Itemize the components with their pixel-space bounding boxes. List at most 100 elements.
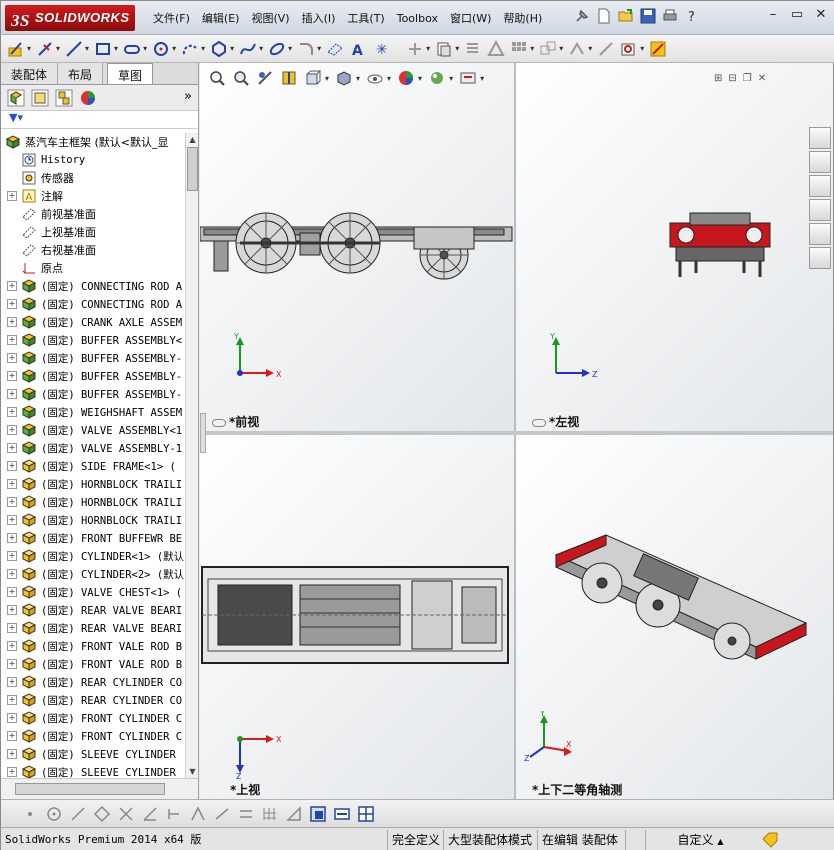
edit-appearance-icon[interactable] [397,69,415,87]
tree-root[interactable]: 蒸汽车主框架 (默认<默认_显 [1,133,185,151]
display-style-icon[interactable] [335,69,353,87]
graphics-area[interactable]: Y X *前视 Y Z *左视 X Z *上视 Y X Z *上下二等角轴测 ▾… [199,63,833,799]
print-icon[interactable] [661,7,679,25]
tag-icon[interactable] [761,831,779,849]
expand-toggle-icon[interactable]: + [7,623,17,633]
convert-entities-icon[interactable] [435,40,453,58]
file-explorer-icon[interactable] [809,175,831,197]
move-entities-icon[interactable] [539,40,557,58]
tree-item[interactable]: + (固定) HORNBLOCK TRAILI [1,493,185,511]
feature-tree-icon[interactable] [7,89,25,107]
expand-toggle-icon[interactable]: + [7,659,17,669]
view-settings-icon[interactable] [459,69,477,87]
tree-item[interactable]: + (固定) HORNBLOCK TRAILI [1,511,185,529]
expand-toggle-icon[interactable]: + [7,605,17,615]
filter-solid-icon[interactable] [309,805,327,823]
expand-toggle-icon[interactable]: + [7,749,17,759]
scroll-up-icon[interactable]: ▲ [186,133,199,146]
expand-toggle-icon[interactable]: + [7,353,17,363]
expand-toggle-icon[interactable]: + [7,407,17,417]
trim-icon[interactable] [406,40,424,58]
expand-toggle-icon[interactable]: + [7,641,17,651]
tree-item[interactable]: + (固定) CRANK AXLE ASSEM [1,313,185,331]
tab-assembly[interactable]: 装配体 [1,63,59,84]
repair-sketch-icon[interactable] [597,40,615,58]
instant-2d-icon[interactable] [649,40,667,58]
expand-panel-icon[interactable]: » [184,89,192,104]
filter-surface-icon[interactable] [189,805,207,823]
tree-item[interactable]: + (固定) SIDE FRAME<1> ( [1,457,185,475]
tree-item[interactable]: + (固定) CONNECTING ROD A [1,295,185,313]
expand-toggle-icon[interactable]: + [7,569,17,579]
polygon-icon[interactable] [210,40,228,58]
scroll-thumb[interactable] [187,147,198,191]
tab-sketch[interactable]: 草图 [107,63,154,84]
menu-edit[interactable]: 编辑(E) [196,10,246,26]
viewport-top[interactable]: X Z *上视 [200,435,514,799]
tree-item[interactable]: + (固定) FRONT CYLINDER C [1,709,185,727]
hide-show-items-icon[interactable] [366,69,384,87]
expand-toggle-icon[interactable]: + [7,587,17,597]
tree-item[interactable]: 前视基准面 [1,205,185,223]
tree-item[interactable]: + (固定) FRONT VALE ROD B [1,637,185,655]
viewport-toggle-icon[interactable]: ⊞ [714,73,722,84]
expand-toggle-icon[interactable]: + [7,767,17,777]
menu-file[interactable]: 文件(F) [147,10,196,26]
plane-sketch-icon[interactable] [326,40,344,58]
tab-layout[interactable]: 布局 [58,63,104,84]
slot-icon[interactable] [123,40,141,58]
design-library-icon[interactable] [809,151,831,173]
expand-toggle-icon[interactable]: + [7,461,17,471]
tree-item[interactable]: + (固定) BUFFER ASSEMBLY- [1,367,185,385]
filter-note-icon[interactable] [237,805,255,823]
filter-vertices-icon[interactable] [21,805,39,823]
expand-toggle-icon[interactable]: + [7,479,17,489]
zoom-to-area-icon[interactable] [232,69,250,87]
smart-dimension-icon[interactable] [36,40,54,58]
expand-toggle-icon[interactable]: + [7,551,17,561]
rapid-sketch-icon[interactable] [620,40,638,58]
menu-toolbox[interactable]: Toolbox [391,12,444,25]
tree-item[interactable]: + (固定) CONNECTING ROD A [1,277,185,295]
fillet-icon[interactable] [297,40,315,58]
expand-toggle-icon[interactable]: + [7,677,17,687]
menu-window[interactable]: 窗口(W) [444,10,497,26]
appearances-scenes-icon[interactable] [809,223,831,245]
menu-tools[interactable]: 工具(T) [341,10,390,26]
filter-edges-icon[interactable] [69,805,87,823]
tree-item[interactable]: + (固定) SLEEVE CYLINDER [1,763,185,778]
filter-circle-icon[interactable] [45,805,63,823]
view-palette-icon[interactable] [809,199,831,221]
tree-item[interactable]: + (固定) FRONT CYLINDER C [1,727,185,745]
tree-item[interactable]: + (固定) REAR VALVE BEARI [1,619,185,637]
viewport-link-icon[interactable]: ⊟ [728,73,736,84]
expand-toggle-icon[interactable]: + [7,371,17,381]
filter-triangle-icon[interactable] [285,805,303,823]
expand-toggle-icon[interactable]: + [7,731,17,741]
configuration-manager-icon[interactable] [55,89,73,107]
tree-item[interactable]: + (固定) HORNBLOCK TRAILI [1,475,185,493]
expand-toggle-icon[interactable]: + [7,533,17,543]
tree-item[interactable]: + (固定) FRONT VALE ROD B [1,655,185,673]
units-arrow-icon[interactable]: ▲ [717,837,723,846]
expand-toggle-icon[interactable]: + [7,695,17,705]
filter-grid-icon[interactable] [261,805,279,823]
property-manager-icon[interactable] [31,89,49,107]
display-relations-icon[interactable] [568,40,586,58]
ellipse-icon[interactable] [268,40,286,58]
viewport-front[interactable]: Y X *前视 [199,63,514,431]
viewport-restore-icon[interactable]: ❐ [743,73,752,84]
tree-item[interactable]: + (固定) REAR VALVE BEARI [1,601,185,619]
expand-toggle-icon[interactable]: + [7,425,17,435]
section-view-icon[interactable] [280,69,298,87]
filter-angle-icon[interactable] [141,805,159,823]
expand-toggle-icon[interactable]: + [7,191,17,201]
new-document-icon[interactable] [595,7,613,25]
hscroll-thumb[interactable] [15,783,165,795]
text-sketch-icon[interactable]: A [349,40,367,58]
tree-vertical-scrollbar[interactable]: ▲ ▼ [185,133,198,778]
tree-item[interactable]: + (固定) BUFFER ASSEMBLY- [1,385,185,403]
tree-item[interactable]: + (固定) REAR CYLINDER CO [1,673,185,691]
view-orientation-icon[interactable] [304,69,322,87]
tree-item[interactable]: + A 注解 [1,187,185,205]
